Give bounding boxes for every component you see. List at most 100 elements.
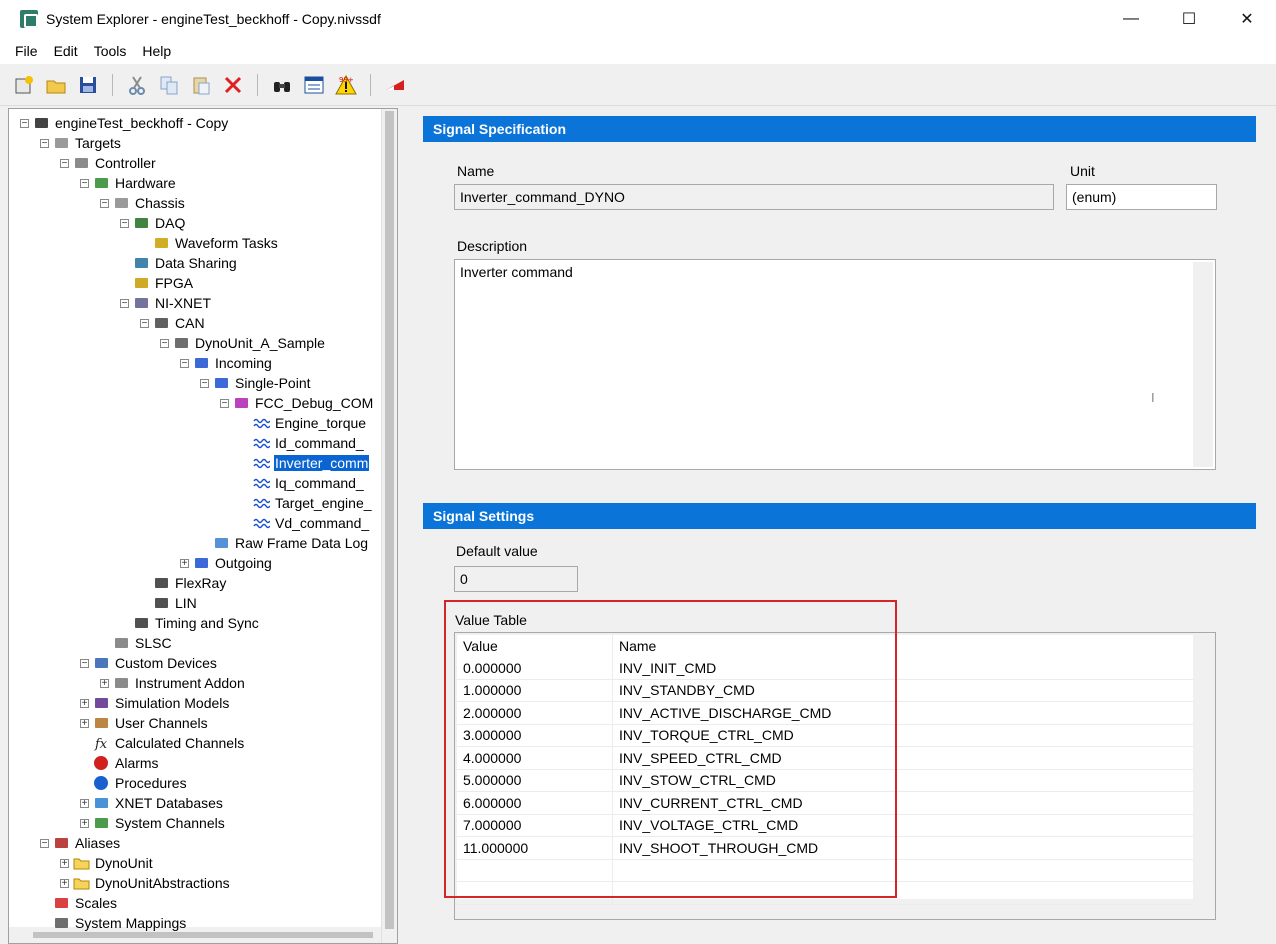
default-value-field[interactable]: 0: [454, 566, 578, 592]
collapse-icon[interactable]: −: [100, 199, 109, 209]
expand-icon[interactable]: +: [80, 819, 89, 829]
expand-icon[interactable]: +: [100, 679, 109, 689]
menu-tools[interactable]: Tools: [86, 43, 135, 59]
tree-item[interactable]: Inverter_comm: [253, 453, 370, 473]
system-tree[interactable]: − engineTest_beckhoff - Copy − Targets − Cont…: [8, 108, 398, 944]
collapse-icon[interactable]: −: [180, 359, 189, 369]
tree-item[interactable]: Chassis: [113, 193, 186, 213]
expand-icon[interactable]: +: [60, 879, 69, 889]
tree-item[interactable]: System Mappings: [53, 913, 187, 933]
tree-item[interactable]: Outgoing: [193, 553, 273, 573]
collapse-icon[interactable]: −: [140, 319, 149, 329]
tree-item[interactable]: DAQ: [133, 213, 186, 233]
description-field[interactable]: Inverter command: [454, 259, 1216, 470]
mappings-icon: [53, 915, 70, 931]
tree-item-label: User Channels: [115, 715, 208, 731]
properties-icon[interactable]: [302, 73, 326, 97]
copy-icon[interactable]: [157, 73, 181, 97]
collapse-icon[interactable]: −: [20, 119, 29, 129]
tree-item[interactable]: Data Sharing: [133, 253, 238, 273]
cut-icon[interactable]: [125, 73, 149, 97]
tree-item[interactable]: Vd_command_: [253, 513, 370, 533]
tree-item[interactable]: FPGA: [133, 273, 194, 293]
tree-item[interactable]: NI-XNET: [133, 293, 212, 313]
expand-icon[interactable]: +: [60, 859, 69, 869]
tree-item[interactable]: Timing and Sync: [133, 613, 260, 633]
tree-item[interactable]: Waveform Tasks: [153, 233, 279, 253]
tree-item[interactable]: Alarms: [93, 753, 160, 773]
expand-icon[interactable]: +: [80, 699, 89, 709]
tree-item[interactable]: Incoming: [193, 353, 273, 373]
folder-icon: [73, 875, 90, 891]
name-field[interactable]: Inverter_command_DYNO: [454, 184, 1054, 210]
tree-item[interactable]: Aliases: [53, 833, 121, 853]
collapse-icon[interactable]: −: [40, 839, 49, 849]
collapse-icon[interactable]: −: [200, 379, 209, 389]
tree-item[interactable]: Iq_command_: [253, 473, 365, 493]
targets-icon: [53, 135, 70, 151]
tree-item[interactable]: DynoUnit: [73, 853, 154, 873]
tree-item[interactable]: System Channels: [93, 813, 226, 833]
delete-icon[interactable]: [221, 73, 245, 97]
tree-item[interactable]: Scales: [53, 893, 118, 913]
tree-item[interactable]: Single-Point: [213, 373, 312, 393]
tree-item-label: engineTest_beckhoff - Copy: [55, 115, 229, 131]
expand-icon[interactable]: +: [180, 559, 189, 569]
collapse-icon[interactable]: −: [40, 139, 49, 149]
menu-help[interactable]: Help: [134, 43, 179, 59]
maximize-button[interactable]: ☐: [1160, 0, 1218, 38]
tree-item[interactable]: LIN: [153, 593, 198, 613]
tree-item[interactable]: FlexRay: [153, 573, 227, 593]
tree-item-label: Custom Devices: [115, 655, 217, 671]
minimize-button[interactable]: —: [1102, 0, 1160, 38]
collapse-icon[interactable]: −: [120, 219, 129, 229]
menu-edit[interactable]: Edit: [46, 43, 86, 59]
collapse-icon[interactable]: −: [220, 399, 229, 409]
tree-item-label: XNET Databases: [115, 795, 223, 811]
find-icon[interactable]: [270, 73, 294, 97]
tree-item[interactable]: Hardware: [93, 173, 177, 193]
tree-item[interactable]: XNET Databases: [93, 793, 224, 813]
name-label: Name: [457, 163, 495, 179]
close-button[interactable]: ✕: [1218, 0, 1276, 38]
save-icon[interactable]: [76, 73, 100, 97]
tree-vertical-scrollbar[interactable]: [381, 109, 397, 943]
tree-item[interactable]: SLSC: [113, 633, 173, 653]
scales-icon[interactable]: [383, 73, 407, 97]
tree-item[interactable]: FCC_Debug_COM: [233, 393, 374, 413]
collapse-icon[interactable]: −: [160, 339, 169, 349]
tree-item[interactable]: User Channels: [93, 713, 209, 733]
tree-item[interactable]: DynoUnitAbstractions: [73, 873, 231, 893]
tree-item[interactable]: Simulation Models: [93, 693, 230, 713]
expand-icon[interactable]: +: [80, 799, 89, 809]
paste-icon[interactable]: [189, 73, 213, 97]
tree-item[interactable]: DynoUnit_A_Sample: [173, 333, 326, 353]
open-icon[interactable]: [44, 73, 68, 97]
tree-item[interactable]: Engine_torque: [253, 413, 367, 433]
tree-item[interactable]: CAN: [153, 313, 206, 333]
tree-item-label: Chassis: [135, 195, 185, 211]
unit-field[interactable]: (enum): [1066, 184, 1217, 210]
tree-item[interactable]: engineTest_beckhoff - Copy: [33, 113, 229, 133]
tree-item[interactable]: Targets: [53, 133, 122, 153]
menu-bar: File Edit Tools Help: [0, 38, 1276, 64]
description-scrollbar[interactable]: [1193, 262, 1213, 467]
collapse-icon[interactable]: −: [120, 299, 129, 309]
collapse-icon[interactable]: −: [60, 159, 69, 169]
tree-item[interactable]: Id_command_: [253, 433, 365, 453]
tree-item[interactable]: fx Calculated Channels: [93, 733, 245, 753]
collapse-icon[interactable]: −: [80, 179, 89, 189]
tree-item[interactable]: Controller: [73, 153, 157, 173]
menu-file[interactable]: File: [7, 43, 46, 59]
tree-scroll-thumb[interactable]: [385, 111, 394, 929]
tree-item[interactable]: Raw Frame Data Log: [213, 533, 369, 553]
warning-icon[interactable]: 99+: [334, 73, 358, 97]
collapse-icon[interactable]: −: [80, 659, 89, 669]
tree-item[interactable]: Target_engine_: [253, 493, 373, 513]
tree-item-label: Timing and Sync: [155, 615, 259, 631]
tree-item[interactable]: Custom Devices: [93, 653, 218, 673]
tree-item[interactable]: Procedures: [93, 773, 188, 793]
expand-icon[interactable]: +: [80, 719, 89, 729]
new-icon[interactable]: [12, 73, 36, 97]
tree-item[interactable]: Instrument Addon: [113, 673, 246, 693]
